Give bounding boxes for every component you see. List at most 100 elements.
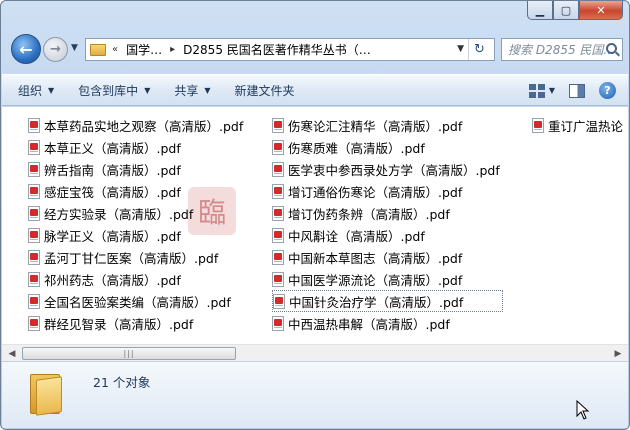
file-name: 群经见智录（高清版）.pdf: [44, 316, 194, 332]
file-item[interactable]: 伤寒质难（高清版）.pdf: [272, 136, 503, 158]
pdf-file-icon: [273, 293, 285, 309]
item-count: 21 个对象: [93, 375, 151, 390]
organize-label: 组织: [18, 83, 43, 98]
file-item[interactable]: 本草药品实地之观察（高清版）.pdf: [28, 114, 246, 136]
file-item[interactable]: 辨舌指南（高清版）.pdf: [28, 158, 246, 180]
horizontal-scrollbar[interactable]: ◀ ||| ▶: [2, 344, 628, 361]
folder-icon: [30, 370, 64, 416]
minimize-button[interactable]: ▁: [527, 1, 553, 20]
refresh-icon: ↻: [474, 42, 485, 57]
file-item[interactable]: 重订广温热论（高清版）.pdf: [532, 114, 628, 136]
file-item[interactable]: 群经见智录（高清版）.pdf: [28, 312, 246, 334]
include-in-library-menu[interactable]: 包含到库中 ▼: [78, 82, 150, 99]
preview-pane-icon[interactable]: [569, 83, 585, 98]
scroll-left-arrow[interactable]: ◀: [4, 347, 20, 360]
file-name: 伤寒论汇注精华（高清版）.pdf: [288, 118, 463, 134]
file-item[interactable]: 中国针灸治疗学（高清版）.pdf: [272, 290, 503, 312]
file-name: 孟河丁甘仁医案（高清版）.pdf: [44, 250, 219, 266]
file-name: 祁州药志（高清版）.pdf: [44, 272, 181, 288]
new-folder-button[interactable]: 新建文件夹: [235, 82, 295, 99]
file-name: 脉学正义（高清版）.pdf: [44, 228, 181, 244]
pdf-file-icon: [28, 271, 40, 287]
file-name: 中国新本草图志（高清版）.pdf: [288, 250, 463, 266]
file-name: 中西温热串解（高清版）.pdf: [288, 316, 450, 332]
file-item[interactable]: 脉学正义（高清版）.pdf: [28, 224, 246, 246]
pdf-file-icon: [272, 205, 284, 221]
file-name: 本草药品实地之观察（高清版）.pdf: [44, 118, 244, 134]
pdf-file-icon: [272, 227, 284, 243]
breadcrumb-item[interactable]: 国学…: [126, 41, 162, 58]
file-name: 医学衷中参西录处方学（高清版）.pdf: [288, 162, 500, 178]
file-name: 辨舌指南（高清版）.pdf: [44, 162, 181, 178]
pdf-file-icon: [28, 249, 40, 265]
include-in-library-label: 包含到库中: [78, 83, 139, 98]
file-item[interactable]: 中西温热串解（高清版）.pdf: [272, 312, 503, 334]
search-input[interactable]: 搜索 D2855 民国...: [501, 38, 623, 61]
caption-buttons: ▁ ▢ ✕: [527, 1, 623, 21]
file-item[interactable]: 增订通俗伤寒论（高清版）.pdf: [272, 180, 503, 202]
file-item[interactable]: 中国医学源流论（高清版）.pdf: [272, 268, 503, 290]
file-name: 重订广温热论（高清版）.pdf: [548, 118, 628, 134]
chevron-down-icon: ▼: [204, 85, 211, 95]
explorer-window: ▁ ▢ ✕ ← → ▼ « 国学… ▸ D2855 民国名医著作精华丛书（… ▼…: [0, 0, 630, 430]
pdf-file-icon: [272, 117, 284, 133]
pdf-file-icon: [28, 139, 40, 155]
pdf-file-icon: [272, 161, 284, 177]
file-column-3: 重订广温热论（高清版）.pdf: [532, 114, 628, 136]
grip-icon: |||: [123, 349, 135, 358]
view-options-dropdown[interactable]: ▼: [549, 86, 555, 95]
file-item[interactable]: 孟河丁甘仁医案（高清版）.pdf: [28, 246, 246, 268]
breadcrumb-item-current[interactable]: D2855 民国名医著作精华丛书（…: [183, 41, 371, 58]
file-item[interactable]: 全国名医验案类编（高清版）.pdf: [28, 290, 246, 312]
new-folder-label: 新建文件夹: [234, 83, 295, 98]
file-item[interactable]: 本草正义（高清版）.pdf: [28, 136, 246, 158]
file-item[interactable]: 感症宝筏（高清版）.pdf: [28, 180, 246, 202]
file-name: 中国医学源流论（高清版）.pdf: [288, 272, 463, 288]
pdf-file-icon: [28, 117, 40, 133]
search-icon[interactable]: [606, 43, 617, 54]
file-name: 感症宝筏（高清版）.pdf: [44, 184, 181, 200]
file-list: 臨 本草药品实地之观察（高清版）.pdf 本草正义（高清版）.pdf 辨舌指南（高清…: [2, 107, 628, 344]
forward-button[interactable]: →: [43, 37, 68, 62]
pdf-file-icon: [272, 271, 284, 287]
breadcrumb-overflow[interactable]: «: [112, 44, 118, 55]
pdf-file-icon: [28, 161, 40, 177]
file-item[interactable]: 伤寒论汇注精华（高清版）.pdf: [272, 114, 503, 136]
file-item[interactable]: 经方实验录（高清版）.pdf: [28, 202, 246, 224]
details-pane: 21 个对象: [2, 361, 628, 428]
file-name: 增订通俗伤寒论（高清版）.pdf: [288, 184, 463, 200]
address-bar[interactable]: « 国学… ▸ D2855 民国名医著作精华丛书（… ▼ ↻: [85, 38, 495, 61]
share-menu[interactable]: 共享 ▼: [174, 82, 210, 99]
back-button[interactable]: ←: [11, 34, 41, 64]
navigation-bar: ← → ▼ « 国学… ▸ D2855 民国名医著作精华丛书（… ▼ ↻ 搜索 …: [9, 34, 623, 64]
share-label: 共享: [174, 83, 199, 98]
recent-pages-dropdown[interactable]: ▼: [71, 43, 78, 53]
toolbar-right: ▼ ?: [528, 82, 616, 99]
file-name: 全国名医验案类编（高清版）.pdf: [44, 294, 231, 310]
pdf-file-icon: [272, 249, 284, 265]
file-item[interactable]: 中风斠诠（高清版）.pdf: [272, 224, 503, 246]
change-view-icon[interactable]: [528, 83, 545, 98]
address-dropdown-icon[interactable]: ▼: [457, 44, 464, 54]
pdf-file-icon: [28, 227, 40, 243]
pdf-file-icon: [272, 139, 284, 155]
organize-menu[interactable]: 组织 ▼: [18, 82, 54, 99]
pdf-file-icon: [28, 205, 40, 221]
folder-icon: [90, 43, 106, 56]
scroll-right-arrow[interactable]: ▶: [610, 347, 626, 360]
close-button[interactable]: ✕: [579, 1, 623, 20]
file-name: 经方实验录（高清版）.pdf: [44, 206, 194, 222]
pdf-file-icon: [272, 315, 284, 331]
pdf-file-icon: [532, 117, 544, 133]
help-icon[interactable]: ?: [599, 82, 616, 99]
file-item[interactable]: 中国新本草图志（高清版）.pdf: [272, 246, 503, 268]
file-column-1: 本草药品实地之观察（高清版）.pdf 本草正义（高清版）.pdf 辨舌指南（高清版）…: [28, 114, 246, 334]
file-item[interactable]: 祁州药志（高清版）.pdf: [28, 268, 246, 290]
breadcrumb-separator[interactable]: ▸: [170, 44, 175, 55]
scrollbar-thumb[interactable]: |||: [22, 347, 236, 360]
maximize-button[interactable]: ▢: [553, 1, 579, 20]
file-item[interactable]: 增订伪药条辨（高清版）.pdf: [272, 202, 503, 224]
file-name: 中风斠诠（高清版）.pdf: [288, 228, 425, 244]
refresh-button[interactable]: ↻: [468, 39, 490, 60]
file-item[interactable]: 医学衷中参西录处方学（高清版）.pdf: [272, 158, 503, 180]
